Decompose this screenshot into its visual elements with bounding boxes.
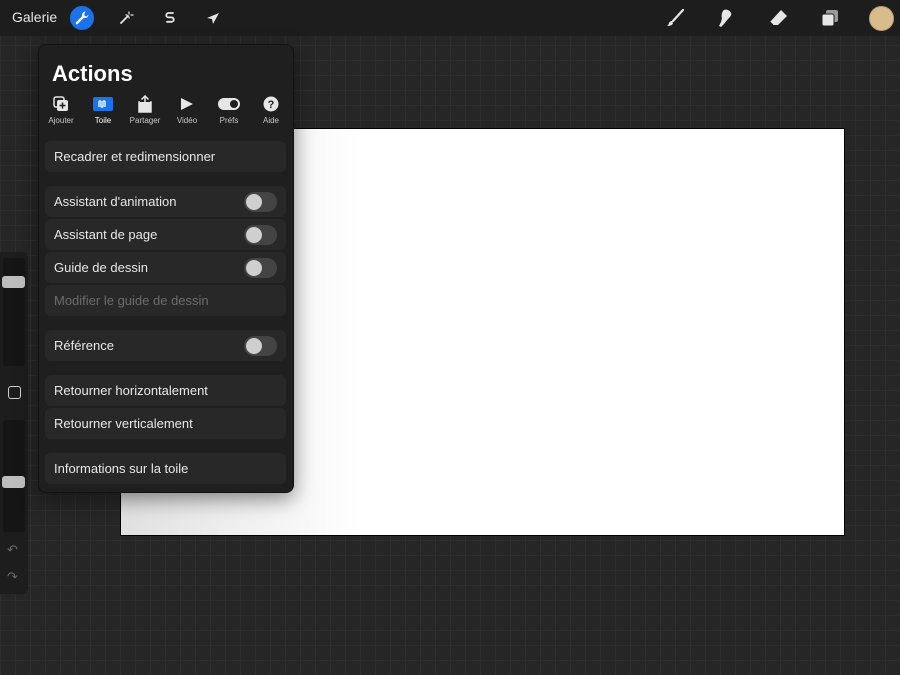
crop-resize-item[interactable]: Recadrer et redimensionner [45, 141, 286, 172]
layers-button[interactable] [817, 5, 843, 31]
animation-assist-item[interactable]: Assistant d'animation [45, 186, 286, 217]
gallery-button[interactable]: Galerie [12, 9, 57, 25]
tab-add[interactable]: Ajouter [43, 95, 79, 125]
tab-help[interactable]: ? Aide [253, 95, 289, 125]
tab-label: Aide [262, 116, 279, 125]
color-picker-button[interactable] [869, 6, 894, 31]
selection-button[interactable] [158, 6, 182, 30]
row-label: Guide de dessin [54, 260, 148, 275]
play-icon [181, 97, 193, 110]
eraser-button[interactable] [765, 5, 791, 31]
magic-wand-icon [120, 11, 134, 24]
brush-button[interactable] [662, 5, 688, 31]
tab-label: Toile [94, 116, 112, 125]
row-label: Assistant de page [54, 227, 158, 242]
page-assist-item[interactable]: Assistant de page [45, 219, 286, 250]
tab-canvas[interactable]: Toile [85, 95, 121, 125]
drawing-guide-item[interactable]: Guide de dessin [45, 252, 286, 283]
canvas-info-item[interactable]: Informations sur la toile [45, 453, 286, 484]
tab-share[interactable]: Partager [127, 94, 163, 125]
smudge-button[interactable] [713, 5, 739, 31]
share-icon [138, 94, 152, 113]
animation-assist-toggle[interactable] [244, 192, 277, 212]
actions-panel: Actions Ajouter Toile Partager Vidéo Pré… [38, 44, 294, 493]
layers-icon [821, 10, 838, 27]
brush-icon [667, 8, 685, 26]
brush-size-thumb[interactable] [2, 276, 25, 288]
actions-button[interactable] [70, 6, 94, 30]
tab-label: Partager [129, 116, 161, 125]
page-assist-toggle[interactable] [244, 225, 277, 245]
actions-tabs: Ajouter Toile Partager Vidéo Préfs ? Aid… [39, 94, 293, 127]
top-toolbar: Galerie [0, 0, 900, 36]
panel-title: Actions [52, 61, 133, 86]
reference-item[interactable]: Référence [45, 330, 286, 361]
row-label: Assistant d'animation [54, 194, 177, 209]
undo-icon[interactable]: ↶ [7, 542, 18, 558]
redo-icon[interactable]: ↷ [7, 569, 18, 585]
drawing-guide-toggle[interactable] [244, 258, 277, 278]
toggle-prefs-icon [218, 97, 240, 110]
wrench-icon [75, 11, 89, 25]
opacity-thumb[interactable] [2, 476, 25, 488]
tab-video[interactable]: Vidéo [169, 95, 205, 125]
row-label: Retourner verticalement [54, 416, 193, 431]
adjustments-button[interactable] [114, 6, 138, 30]
modify-button[interactable] [8, 386, 21, 399]
add-icon [53, 95, 68, 111]
brush-size-slider[interactable] [2, 258, 25, 366]
eraser-icon [769, 10, 787, 26]
opacity-slider[interactable] [2, 420, 25, 532]
row-label: Modifier le guide de dessin [54, 293, 209, 308]
reference-toggle[interactable] [244, 336, 277, 356]
row-label: Informations sur la toile [54, 461, 189, 476]
row-label: Recadrer et redimensionner [54, 149, 216, 164]
row-label: Référence [54, 338, 114, 353]
svg-text:?: ? [268, 99, 275, 111]
arrow-cursor-icon [207, 13, 219, 24]
tab-label: Ajouter [48, 116, 74, 125]
smudge-finger-icon [719, 9, 732, 27]
left-sidebar: ↶ ↷ [0, 252, 28, 594]
canvas-icon [93, 96, 113, 111]
row-label: Retourner horizontalement [54, 383, 208, 398]
help-icon: ? [263, 96, 279, 111]
transform-button[interactable] [202, 6, 226, 30]
flip-horizontal-item[interactable]: Retourner horizontalement [45, 375, 286, 406]
tab-label: Préfs [219, 116, 239, 125]
tab-label: Vidéo [176, 116, 198, 125]
flip-vertical-item[interactable]: Retourner verticalement [45, 408, 286, 439]
tab-prefs[interactable]: Préfs [211, 95, 247, 125]
selection-s-icon [165, 12, 175, 23]
edit-drawing-guide-item: Modifier le guide de dessin [45, 285, 286, 316]
